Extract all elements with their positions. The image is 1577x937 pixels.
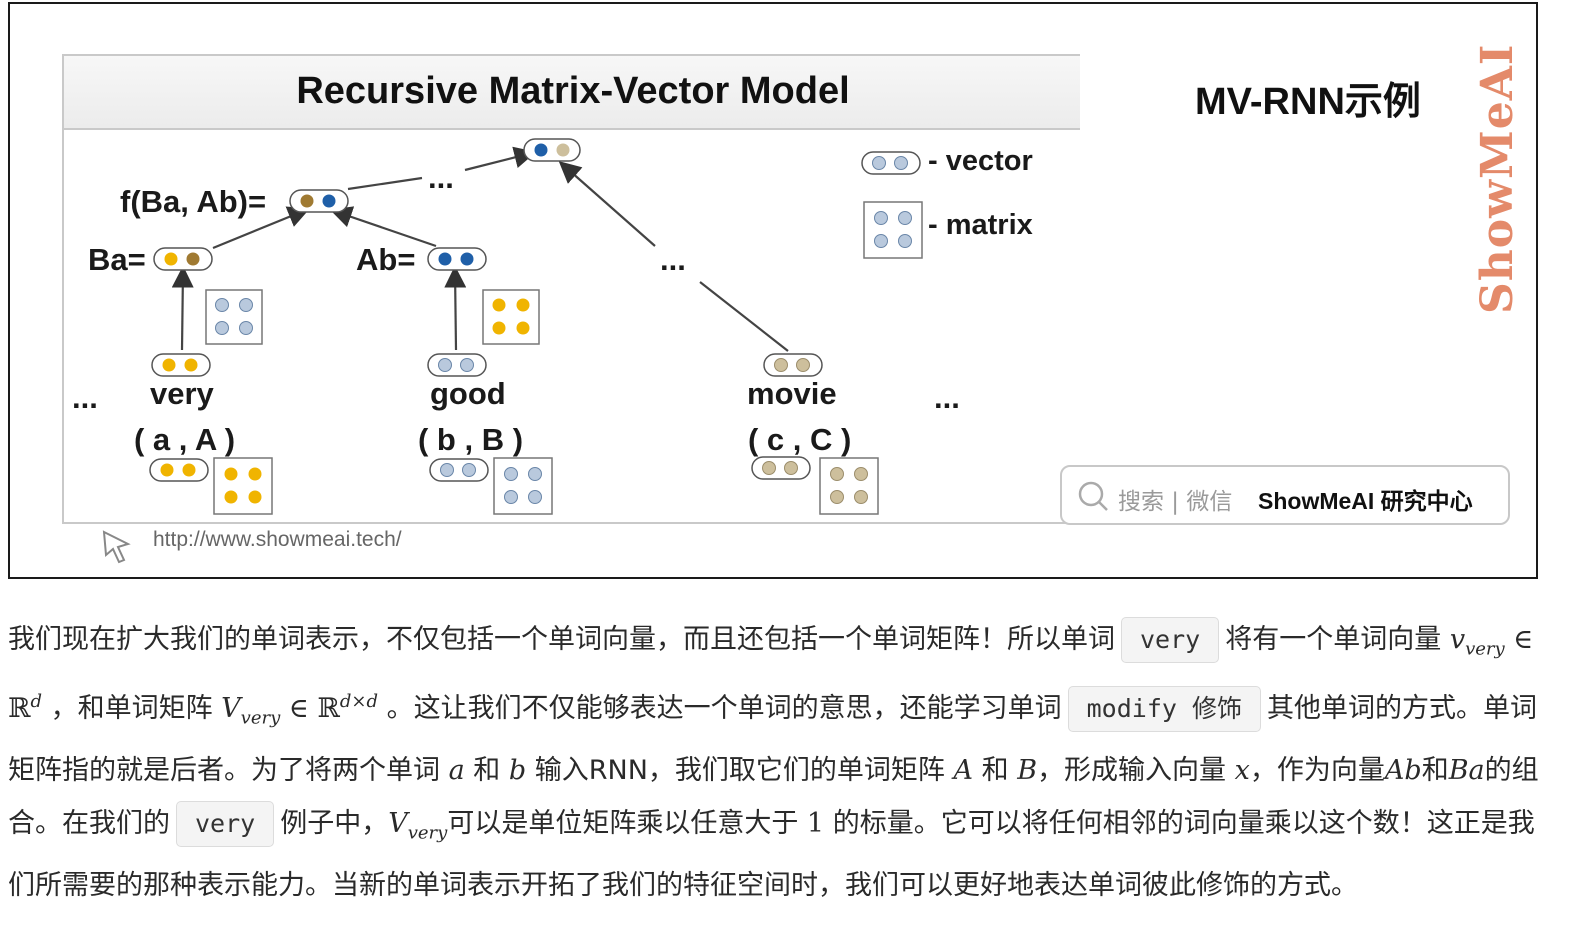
math-V-sub: very xyxy=(240,707,281,729)
pair-a: ( a , A ) xyxy=(134,422,235,457)
text-line4-d: 例子中， xyxy=(280,807,389,839)
word-good: good xyxy=(430,376,506,411)
article-paragraph: 我们现在扩大我们的单词表示，不仅包括一个单词向量，而且还包括一个单词矩阵！所以单… xyxy=(8,614,1553,912)
ellipsis-mid: ... xyxy=(660,242,686,277)
search-brand: ShowMeAI 研究中心 xyxy=(1258,488,1473,514)
text-line3-b: 输入RNN，我们取它们的单词矩阵 xyxy=(534,754,945,786)
math-V-sub-2: very xyxy=(407,821,448,843)
text-line4-a: ，形成输入向量 xyxy=(1037,754,1227,786)
matrix-b-upper xyxy=(482,289,540,345)
brand-watermark: ShowMeAI xyxy=(1472,43,1523,314)
source-url: http://www.showmeai.tech/ xyxy=(153,528,402,551)
word-very: very xyxy=(150,376,215,411)
f-vector xyxy=(289,189,349,213)
b-vector xyxy=(429,458,489,482)
legend-vector-label: - vector xyxy=(928,145,1033,177)
text-line4-e: 可以是单位矩阵乘以任意大于 xyxy=(447,807,799,839)
text-line1-b: 将有一个单词向量 xyxy=(1225,624,1442,655)
text-line4-b: ，作为向量 xyxy=(1249,754,1385,786)
math-d: d xyxy=(30,690,42,712)
text-and-1: 和 xyxy=(473,754,501,786)
math-Ba: Ba xyxy=(1448,754,1485,786)
ellipsis-right: ... xyxy=(934,380,960,415)
text-and-3: 和 xyxy=(1421,754,1449,786)
label-f-ba-ab: f(Ba, Ab)= xyxy=(120,184,266,219)
figure-frame: Recursive Matrix-Vector Model ... ... ..… xyxy=(8,2,1538,579)
matrix-b xyxy=(493,457,553,515)
example-title: MV-RNN示例 xyxy=(1195,81,1421,123)
search-icon xyxy=(1078,481,1108,511)
edge-ab-to-f xyxy=(329,206,437,248)
matrix-c xyxy=(819,457,879,515)
code-modify: modify 修饰 xyxy=(1067,685,1261,732)
movie-vector xyxy=(763,353,823,377)
math-x: x xyxy=(1234,754,1250,786)
label-ba: Ba= xyxy=(88,242,146,277)
ba-vector xyxy=(153,247,213,271)
edge-very-to-ba xyxy=(171,265,194,351)
math-V-2: V xyxy=(388,807,408,839)
text-line2-b: 。这让我们不仅能够表达一个单词的意思，还能学习单词 xyxy=(386,692,1062,724)
good-vector xyxy=(427,353,487,377)
ab-vector xyxy=(427,247,487,271)
math-dxd: d×d xyxy=(339,690,379,712)
math-A: A xyxy=(953,754,974,786)
math-Ab: Ab xyxy=(1384,754,1422,786)
legend-matrix-label: - matrix xyxy=(928,209,1033,241)
ellipsis-top: ... xyxy=(428,160,454,195)
c-vector xyxy=(751,456,811,480)
text-line1-a: 我们现在扩大我们的单词表示，不仅包括一个单词向量，而且还包括一个单词矩阵！所以单… xyxy=(8,624,1115,655)
code-very-2: very xyxy=(176,800,275,847)
ellipsis-left: ... xyxy=(72,380,98,415)
pair-b: ( b , B ) xyxy=(418,422,523,457)
very-vector xyxy=(151,353,211,377)
a-vector xyxy=(149,458,209,482)
matrix-a-upper xyxy=(205,289,263,345)
cursor-icon xyxy=(102,530,131,564)
math-1: 1 xyxy=(806,807,825,839)
edge-dots-to-top-right xyxy=(558,161,656,247)
math-a: a xyxy=(448,754,465,786)
search-placeholder: 搜索 | 微信 xyxy=(1118,489,1233,515)
root-vector xyxy=(523,138,581,162)
edge-f-to-dots xyxy=(347,176,423,191)
math-in-r-2: ∈ ℝ xyxy=(280,692,340,724)
code-very-1: very xyxy=(1121,617,1220,663)
math-V: V xyxy=(221,692,241,724)
edge-good-to-ab xyxy=(444,265,467,351)
math-v-sub: very xyxy=(1465,638,1505,660)
word-movie: movie xyxy=(747,376,837,411)
matrix-a xyxy=(213,457,273,515)
math-v: v xyxy=(1449,624,1466,655)
pair-c: ( c , C ) xyxy=(748,422,851,457)
edge-dots-to-top xyxy=(464,146,537,172)
legend-vector-symbol xyxy=(861,151,921,175)
math-B: B xyxy=(1017,754,1038,786)
text-line2-a: ，和单词矩阵 xyxy=(50,692,213,724)
edge-movie-to-dots xyxy=(699,281,789,352)
search-box[interactable]: 搜索 | 微信 ShowMeAI 研究中心 xyxy=(1060,465,1510,525)
label-ab: Ab= xyxy=(356,242,415,277)
math-b: b xyxy=(508,754,527,786)
legend-matrix-symbol xyxy=(863,201,923,259)
text-and-2: 和 xyxy=(981,754,1009,786)
